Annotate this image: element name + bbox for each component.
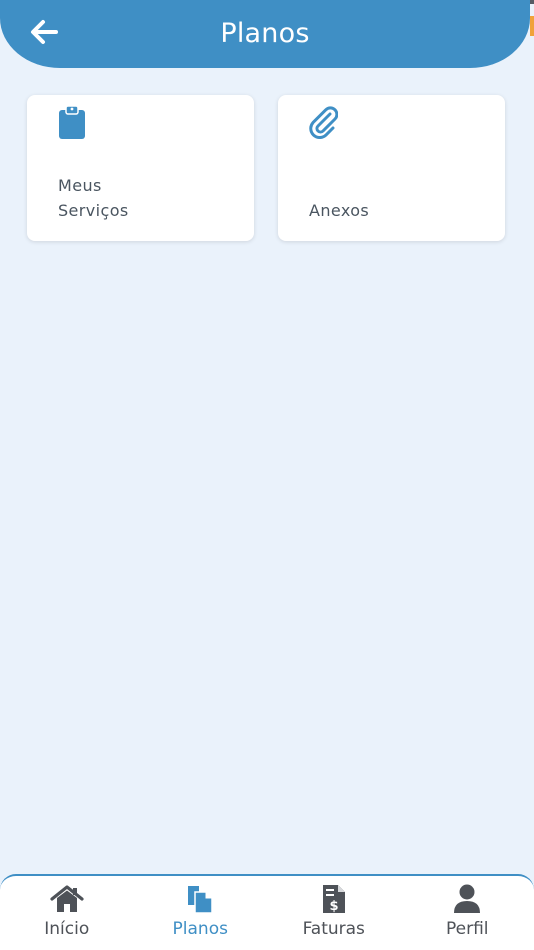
card-label: Anexos (309, 201, 370, 220)
svg-text:$: $ (329, 899, 338, 914)
app-header: Planos (0, 0, 530, 68)
documents-icon (188, 886, 213, 914)
plans-menu: Meus Serviços Anexos (27, 95, 505, 241)
meus-servicos-card[interactable]: Meus Serviços (27, 95, 254, 241)
nav-label: Planos (172, 919, 228, 939)
corner-indicator (530, 16, 534, 36)
invoice-icon: $ (322, 885, 345, 914)
user-icon (454, 884, 481, 913)
nav-label: Perfil (445, 919, 489, 939)
card-label: Meus Serviços (58, 176, 129, 220)
nav-label: Início (44, 919, 90, 939)
page-title: Planos (220, 18, 310, 49)
nav-item-faturas[interactable]: $ Faturas (267, 876, 401, 950)
clipboard-icon (59, 105, 85, 139)
bottom-navigation: Início Planos $ Faturas Perfil (0, 874, 534, 950)
nav-item-planos[interactable]: Planos (134, 876, 268, 950)
paperclip-icon (309, 106, 338, 139)
nav-label: Faturas (302, 919, 365, 939)
anexos-card[interactable]: Anexos (278, 95, 505, 241)
nav-item-perfil[interactable]: Perfil (401, 876, 534, 950)
home-icon (50, 885, 84, 912)
nav-item-inicio[interactable]: Início (0, 876, 134, 950)
